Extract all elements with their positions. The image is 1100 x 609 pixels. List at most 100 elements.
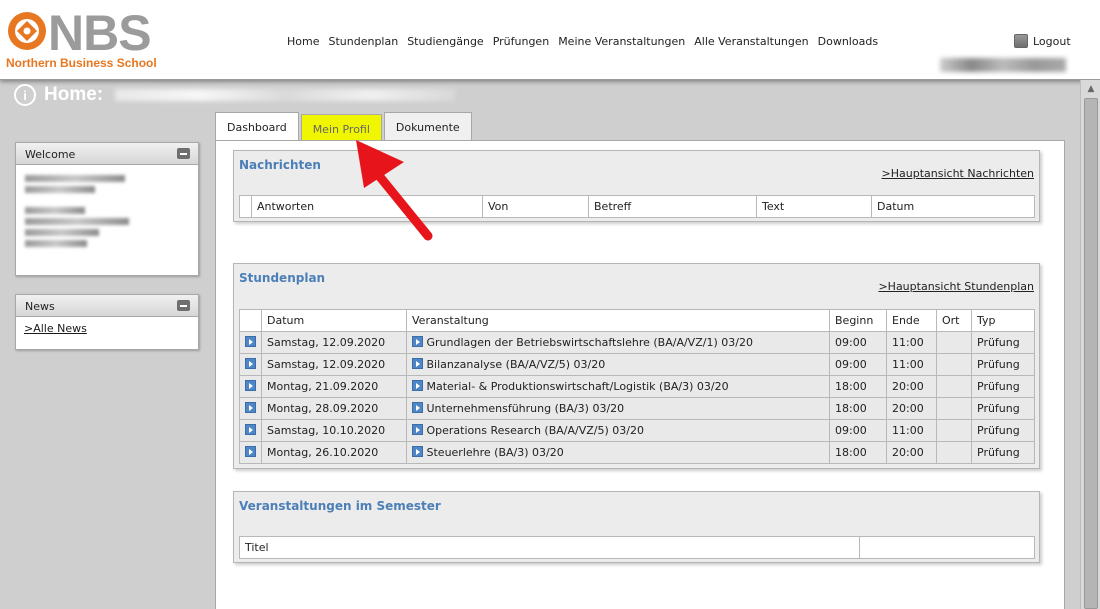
semester-table: Titel: [239, 536, 1035, 559]
datum-cell: Samstag, 12.09.2020: [261, 331, 407, 354]
play-icon[interactable]: [245, 358, 256, 369]
user-name-redacted: [940, 58, 1066, 72]
nav-meine-veranstaltungen[interactable]: Meine Veranstaltungen: [558, 35, 685, 48]
table-header-cell: [859, 536, 1035, 559]
veranstaltung-cell: Material- & Produktionswirtschaft/Logist…: [406, 375, 830, 398]
veranstaltung-label[interactable]: Operations Research (BA/A/VZ/5) 03/20: [427, 424, 644, 437]
veranstaltung-label[interactable]: Grundlagen der Betriebswirtschaftslehre …: [427, 336, 753, 349]
news-title: News: [25, 300, 55, 313]
news-box-header: News: [16, 295, 198, 317]
logout-label: Logout: [1033, 34, 1071, 48]
welcome-title: Welcome: [25, 148, 76, 161]
beginn-cell: 09:00: [829, 353, 887, 376]
all-news-link[interactable]: >Alle News: [16, 317, 198, 340]
tab-dashboard[interactable]: Dashboard: [215, 112, 299, 142]
table-header-cell[interactable]: Text: [756, 195, 872, 218]
vertical-scrollbar[interactable]: ▲: [1080, 80, 1100, 609]
nachrichten-title: Nachrichten: [239, 158, 321, 172]
table-header-cell[interactable]: Titel: [239, 536, 860, 559]
tab-dokumente[interactable]: Dokumente: [383, 112, 472, 141]
logout-button[interactable]: Logout: [1014, 34, 1071, 48]
play-icon[interactable]: [412, 446, 423, 457]
welcome-content-redacted: [16, 165, 198, 257]
table-header-cell[interactable]: Veranstaltung: [406, 309, 830, 332]
veranstaltung-label[interactable]: Bilanzanalyse (BA/A/VZ/5) 03/20: [427, 358, 606, 371]
table-header-cell[interactable]: Beginn: [829, 309, 887, 332]
semester-title: Veranstaltungen im Semester: [239, 499, 441, 513]
scrollbar-thumb[interactable]: [1084, 98, 1098, 609]
table-header-cell[interactable]: Ort: [936, 309, 972, 332]
table-header-cell[interactable]: Betreff: [588, 195, 757, 218]
row-play-cell: [239, 331, 262, 354]
table-row[interactable]: Montag, 26.10.2020 Steuerlehre (BA/3) 03…: [239, 441, 1035, 464]
ende-cell: 20:00: [886, 397, 937, 420]
ort-cell: [936, 331, 972, 354]
datum-cell: Montag, 28.09.2020: [261, 397, 407, 420]
play-icon[interactable]: [412, 424, 423, 435]
datum-cell: Montag, 26.10.2020: [261, 441, 407, 464]
veranstaltung-cell: Bilanzanalyse (BA/A/VZ/5) 03/20: [406, 353, 830, 376]
play-icon[interactable]: [245, 380, 256, 391]
page-title-text: Home:: [44, 84, 104, 105]
table-row[interactable]: Samstag, 12.09.2020 Grundlagen der Betri…: [239, 331, 1035, 354]
nav-pruefungen[interactable]: Prüfungen: [493, 35, 549, 48]
veranstaltung-label[interactable]: Material- & Produktionswirtschaft/Logist…: [427, 380, 729, 393]
nav-alle-veranstaltungen[interactable]: Alle Veranstaltungen: [694, 35, 808, 48]
stundenplan-main-view-link[interactable]: >Hauptansicht Stundenplan: [878, 280, 1034, 293]
stundenplan-table: Datum Veranstaltung Beginn Ende Ort Typ …: [239, 309, 1035, 464]
play-icon[interactable]: [245, 336, 256, 347]
typ-cell: Prüfung: [971, 353, 1035, 376]
play-icon[interactable]: [412, 336, 423, 347]
play-icon[interactable]: [412, 358, 423, 369]
typ-cell: Prüfung: [971, 419, 1035, 442]
nav-home[interactable]: Home: [287, 35, 319, 48]
veranstaltung-label[interactable]: Steuerlehre (BA/3) 03/20: [427, 446, 564, 459]
table-header-cell[interactable]: Datum: [871, 195, 1035, 218]
beginn-cell: 18:00: [829, 397, 887, 420]
scroll-up-arrow-icon[interactable]: ▲: [1084, 82, 1098, 96]
veranstaltung-cell: Grundlagen der Betriebswirtschaftslehre …: [406, 331, 830, 354]
table-row[interactable]: Montag, 21.09.2020 Material- & Produktio…: [239, 375, 1035, 398]
header: NBS Northern Business School Home Stunde…: [0, 0, 1100, 80]
veranstaltung-label[interactable]: Unternehmensführung (BA/3) 03/20: [427, 402, 625, 415]
play-icon[interactable]: [412, 380, 423, 391]
table-header-row: Antworten Von Betreff Text Datum: [239, 195, 1035, 218]
row-play-cell: [239, 353, 262, 376]
play-icon[interactable]: [245, 424, 256, 435]
ende-cell: 11:00: [886, 331, 937, 354]
table-row[interactable]: Samstag, 12.09.2020 Bilanzanalyse (BA/A/…: [239, 353, 1035, 376]
nav-studiengaenge[interactable]: Studiengänge: [407, 35, 484, 48]
nbs-logo[interactable]: NBS Northern Business School: [4, 5, 157, 72]
semester-section: Veranstaltungen im Semester Titel: [233, 491, 1040, 563]
veranstaltung-cell: Steuerlehre (BA/3) 03/20: [406, 441, 830, 464]
play-icon[interactable]: [245, 402, 256, 413]
nachrichten-table: Antworten Von Betreff Text Datum: [239, 195, 1035, 218]
ort-cell: [936, 375, 972, 398]
nav-stundenplan[interactable]: Stundenplan: [328, 35, 398, 48]
beginn-cell: 18:00: [829, 441, 887, 464]
table-header-cell[interactable]: Antworten: [251, 195, 483, 218]
beginn-cell: 09:00: [829, 419, 887, 442]
news-box: News >Alle News: [15, 294, 199, 350]
stundenplan-section: Stundenplan >Hauptansicht Stundenplan Da…: [233, 263, 1040, 469]
table-row[interactable]: Samstag, 10.10.2020 Operations Research …: [239, 419, 1035, 442]
tab-mein-profil[interactable]: Mein Profil: [300, 114, 382, 141]
table-header-cell[interactable]: Datum: [261, 309, 407, 332]
table-row[interactable]: Montag, 28.09.2020 Unternehmensführung (…: [239, 397, 1035, 420]
nav-downloads[interactable]: Downloads: [818, 35, 878, 48]
minimize-icon[interactable]: [177, 148, 190, 159]
table-header-row: Datum Veranstaltung Beginn Ende Ort Typ: [239, 309, 1035, 332]
play-icon[interactable]: [412, 402, 423, 413]
page-title-redacted: [115, 89, 456, 101]
minimize-icon[interactable]: [177, 300, 190, 311]
row-play-cell: [239, 441, 262, 464]
play-icon[interactable]: [245, 446, 256, 457]
table-header-cell[interactable]: Typ: [971, 309, 1035, 332]
datum-cell: Samstag, 10.10.2020: [261, 419, 407, 442]
beginn-cell: 09:00: [829, 331, 887, 354]
table-header-cell[interactable]: Von: [482, 195, 589, 218]
nachrichten-main-view-link[interactable]: >Hauptansicht Nachrichten: [882, 167, 1034, 180]
typ-cell: Prüfung: [971, 397, 1035, 420]
logo-subtitle: Northern Business School: [6, 56, 157, 70]
table-header-cell[interactable]: Ende: [886, 309, 937, 332]
